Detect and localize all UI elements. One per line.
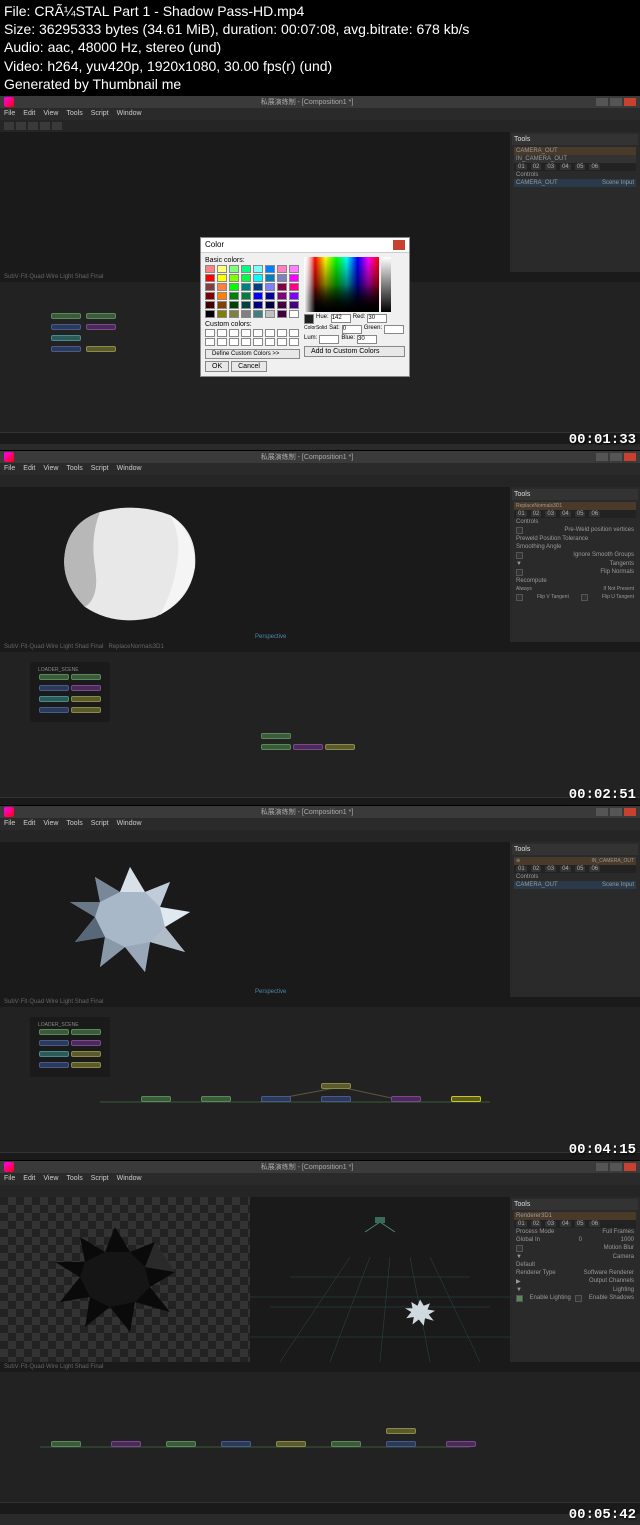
define-custom-button[interactable]: Define Custom Colors >> — [205, 349, 300, 359]
toolbar-button[interactable] — [28, 122, 38, 130]
toolbar-button[interactable] — [40, 122, 50, 130]
node[interactable] — [86, 324, 116, 330]
camera-out-label: CAMERA_OUT — [516, 148, 558, 154]
window-title-bar: 私展演练制 - [Composition1 *] — [0, 451, 640, 463]
maximize-button[interactable] — [610, 98, 622, 106]
menu-bar[interactable]: File Edit View Tools Script Window — [0, 108, 640, 120]
node[interactable] — [51, 313, 81, 319]
dialog-close-button[interactable] — [393, 240, 405, 250]
node-graph[interactable]: LOADER_SCENE — [0, 1007, 640, 1152]
color-swatch[interactable] — [205, 265, 215, 273]
node[interactable] — [51, 335, 81, 341]
window-title-bar: 私展演练制 - [Composition1 *] — [0, 96, 640, 108]
timestamp: 00:05:42 — [569, 1507, 636, 1523]
node-graph[interactable]: Color Basic colors: Custom colors: — [0, 282, 640, 432]
main-toolbar[interactable] — [0, 475, 640, 487]
tools-header: Tools — [512, 134, 638, 145]
luminance-slider[interactable] — [381, 257, 391, 312]
custom-color-swatches[interactable] — [205, 329, 300, 346]
timestamp: 00:02:51 — [569, 787, 636, 803]
color-gradient[interactable] — [304, 257, 379, 312]
menu-window[interactable]: Window — [117, 110, 142, 117]
add-custom-button[interactable]: Add to Custom Colors — [304, 346, 405, 357]
thumbnail-1: 私展演练制 - [Composition1 *] File Edit View … — [0, 95, 640, 450]
lum-input[interactable] — [319, 335, 339, 344]
window-title: 私展演练制 - [Composition1 *] — [18, 97, 596, 107]
green-input[interactable] — [384, 325, 404, 334]
dialog-title: Color — [205, 240, 224, 250]
menu-view[interactable]: View — [43, 110, 58, 117]
grid-icon — [250, 1197, 510, 1362]
app-logo-icon — [4, 452, 14, 462]
red-input[interactable]: 30 — [367, 314, 387, 323]
app-logo-icon — [4, 97, 14, 107]
sat-input[interactable]: 0 — [342, 325, 362, 334]
menu-bar[interactable]: FileEditViewToolsScriptWindow — [0, 463, 640, 475]
minimize-button[interactable] — [596, 98, 608, 106]
viewport-label: Perspective — [255, 634, 286, 640]
thumbnail-2: 私展演练制 - [Composition1 *] FileEditViewToo… — [0, 450, 640, 805]
crystal-mesh-icon — [50, 857, 210, 987]
file-info-header: File: CRÃ¼STAL Part 1 - Shadow Pass-HD.m… — [0, 0, 640, 95]
color-picker-dialog[interactable]: Color Basic colors: Custom colors: — [200, 237, 410, 377]
timestamp: 00:01:33 — [569, 432, 636, 448]
shadow-pass-icon — [35, 1217, 195, 1347]
toolbar-button[interactable] — [16, 122, 26, 130]
group-label: LOADER_SCENE — [38, 667, 102, 673]
checkbox[interactable] — [516, 527, 523, 534]
color-preview — [304, 314, 314, 324]
basic-color-swatches[interactable] — [205, 265, 300, 318]
viewport-3d[interactable]: Perspective — [0, 842, 510, 997]
blue-input[interactable]: 30 — [357, 335, 377, 344]
menu-script[interactable]: Script — [91, 110, 109, 117]
cancel-button[interactable]: Cancel — [231, 361, 267, 372]
controls-label: Controls — [516, 172, 538, 178]
custom-colors-label: Custom colors: — [205, 321, 300, 328]
node[interactable] — [51, 346, 81, 352]
node-graph[interactable] — [0, 1372, 640, 1502]
menu-tools[interactable]: Tools — [66, 110, 82, 117]
node[interactable] — [51, 324, 81, 330]
node-graph[interactable]: LOADER_SCENE — [0, 652, 640, 797]
basic-colors-label: Basic colors: — [205, 257, 300, 264]
menu-edit[interactable]: Edit — [23, 110, 35, 117]
main-toolbar[interactable] — [0, 120, 640, 132]
viewport-3d[interactable]: Perspective — [0, 487, 510, 642]
close-button[interactable] — [624, 98, 636, 106]
ok-button[interactable]: OK — [205, 361, 229, 372]
timestamp: 00:04:15 — [569, 1142, 636, 1158]
hue-input[interactable]: 142 — [331, 314, 351, 323]
toolbar-button[interactable] — [52, 122, 62, 130]
toolbar-button[interactable] — [4, 122, 14, 130]
mesh-preview-icon — [40, 497, 210, 632]
timeline[interactable] — [0, 432, 640, 444]
timecode-row[interactable]: 01 02 03 04 05 06 — [514, 163, 636, 171]
node[interactable] — [86, 346, 116, 352]
menu-file[interactable]: File — [4, 110, 15, 117]
in-camera-label: IN_CAMERA_OUT — [516, 156, 567, 162]
node[interactable] — [86, 313, 116, 319]
thumbnail-3: 私展演练制 - [Composition1 *] FileEditViewToo… — [0, 805, 640, 1160]
window-controls[interactable] — [596, 98, 636, 106]
viewport-perspective[interactable] — [250, 1197, 510, 1362]
thumbnail-4: 私展演练制 - [Composition1 *] FileEditViewToo… — [0, 1160, 640, 1525]
tools-panel: Tools CAMERA_OUT IN_CAMERA_OUT 01 02 03 … — [510, 132, 640, 272]
tools-panel: Tools ReplaceNormals3D1 010203040506 Con… — [510, 487, 640, 642]
viewport-alpha[interactable] — [0, 1197, 250, 1362]
